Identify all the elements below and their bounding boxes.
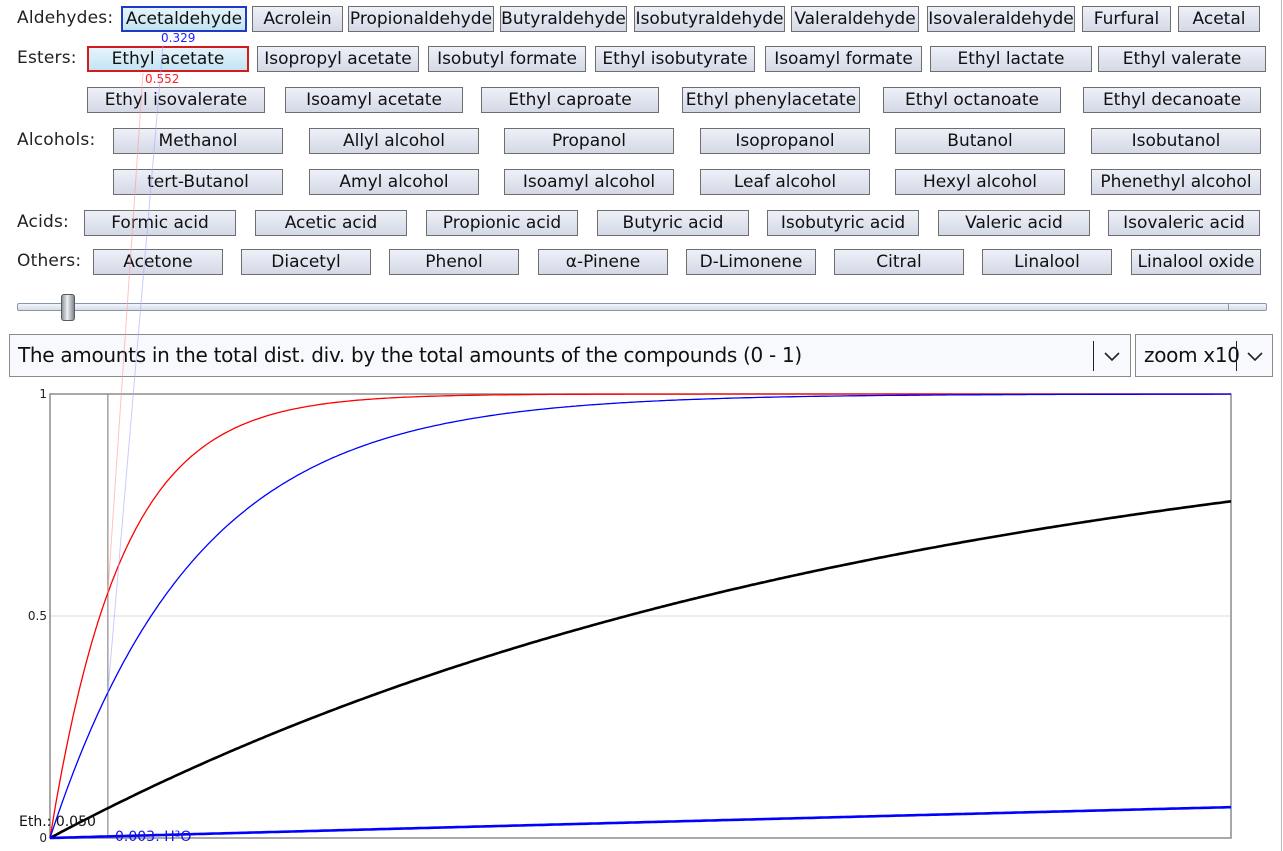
compound-button-acrolein[interactable]: Acrolein	[252, 6, 343, 32]
compound-button-isopropanol[interactable]: Isopropanol	[700, 128, 870, 154]
compound-button-ethyl-acetate[interactable]: Ethyl acetate	[87, 46, 249, 72]
compound-button-acetal[interactable]: Acetal	[1178, 6, 1260, 32]
compound-button-ethyl-phenylacetate[interactable]: Ethyl phenylacetate	[682, 87, 860, 113]
y-tick-label: 0	[39, 831, 47, 845]
compound-button-amyl-alcohol[interactable]: Amyl alcohol	[309, 169, 479, 195]
y-tick-label: 1	[39, 387, 47, 401]
category-label-alcohols: Alcohols:	[17, 130, 96, 150]
compound-button-propanol[interactable]: Propanol	[504, 128, 674, 154]
compound-button-linalool-oxide[interactable]: Linalool oxide	[1131, 249, 1261, 275]
compound-button-ethyl-isovalerate[interactable]: Ethyl isovalerate	[87, 87, 265, 113]
ethyl-acetate-value-label: 0.552	[145, 72, 180, 86]
select-separator	[1236, 341, 1237, 371]
y-tick-label: 0.5	[28, 609, 47, 623]
compound-button-isovaleric-acid[interactable]: Isovaleric acid	[1108, 210, 1260, 236]
compound-button-isobutanol[interactable]: Isobutanol	[1091, 128, 1261, 154]
category-label-others: Others:	[17, 251, 82, 271]
compound-button-diacetyl[interactable]: Diacetyl	[241, 249, 371, 275]
slider-tick	[1228, 303, 1229, 311]
compound-button-acetaldehyde[interactable]: Acetaldehyde	[121, 6, 247, 32]
category-label-esters: Esters:	[17, 48, 77, 68]
compound-button-valeric-acid[interactable]: Valeric acid	[938, 210, 1090, 236]
mode-select-value: The amounts in the total dist. div. by t…	[18, 343, 802, 367]
compound-button-hexyl-alcohol[interactable]: Hexyl alcohol	[895, 169, 1065, 195]
compound-button-d-limonene[interactable]: D-Limonene	[686, 249, 816, 275]
compound-button-isobutyraldehyde[interactable]: Isobutyraldehyde	[634, 6, 785, 32]
compound-button-allyl-alcohol[interactable]: Allyl alcohol	[309, 128, 479, 154]
ethanol-value-label: Eth.: 0.050	[19, 814, 96, 830]
compound-button-ethyl-caproate[interactable]: Ethyl caproate	[481, 87, 659, 113]
compound-button-furfural[interactable]: Furfural	[1082, 6, 1171, 32]
compound-button-isopropyl-acetate[interactable]: Isopropyl acetate	[257, 46, 419, 72]
compound-button-methanol[interactable]: Methanol	[113, 128, 283, 154]
compound-button-ethyl-isobutyrate[interactable]: Ethyl isobutyrate	[595, 46, 755, 72]
compound-button-valeraldehyde[interactable]: Valeraldehyde	[791, 6, 919, 32]
slider-track[interactable]	[17, 303, 1267, 311]
category-label-aldehydes: Aldehydes:	[17, 8, 114, 28]
acetaldehyde-value-label: 0.329	[161, 31, 196, 45]
compound-button-ethyl-octanoate[interactable]: Ethyl octanoate	[883, 87, 1061, 113]
compound-button-butyraldehyde[interactable]: Butyraldehyde	[500, 6, 627, 32]
compound-button-ethyl-valerate[interactable]: Ethyl valerate	[1098, 46, 1266, 72]
compound-button-propionic-acid[interactable]: Propionic acid	[426, 210, 578, 236]
mode-select[interactable]: The amounts in the total dist. div. by t…	[9, 334, 1131, 377]
select-separator	[1093, 341, 1094, 371]
compound-button-isoamyl-acetate[interactable]: Isoamyl acetate	[285, 87, 463, 113]
compound-button-ethyl-lactate[interactable]: Ethyl lactate	[930, 46, 1092, 72]
compound-button-citral[interactable]: Citral	[834, 249, 964, 275]
compound-button-acetic-acid[interactable]: Acetic acid	[255, 210, 407, 236]
distribution-chart[interactable]: 0 0.5 1 Eth.: 0.050 0.003: H²O	[0, 380, 1283, 851]
compound-button-isoamyl-formate[interactable]: Isoamyl formate	[765, 46, 922, 72]
compound-button-propionaldehyde[interactable]: Propionaldehyde	[348, 6, 494, 32]
compound-button-isobutyric-acid[interactable]: Isobutyric acid	[767, 210, 919, 236]
slider-thumb[interactable]	[60, 294, 75, 321]
series-line-water	[49, 805, 1231, 840]
compound-button-acetone[interactable]: Acetone	[93, 249, 223, 275]
chevron-down-icon[interactable]	[1240, 335, 1270, 376]
category-label-acids: Acids:	[17, 212, 69, 232]
compound-button-tert-butanol[interactable]: tert-Butanol	[113, 169, 283, 195]
compound-button-phenol[interactable]: Phenol	[389, 249, 519, 275]
zoom-select[interactable]: zoom x10	[1135, 334, 1273, 377]
compound-button-linalool[interactable]: Linalool	[982, 249, 1112, 275]
compound-button-phenethyl-alcohol[interactable]: Phenethyl alcohol	[1091, 169, 1261, 195]
compound-button-ethyl-decanoate[interactable]: Ethyl decanoate	[1083, 87, 1261, 113]
series-line-ethanol	[49, 500, 1232, 840]
compound-button-formic-acid[interactable]: Formic acid	[84, 210, 236, 236]
compound-button-isoamyl-alcohol[interactable]: Isoamyl alcohol	[504, 169, 674, 195]
compound-button-α-pinene[interactable]: α-Pinene	[538, 249, 668, 275]
zoom-select-value: zoom x10	[1144, 343, 1240, 367]
water-value-label: 0.003: H²O	[115, 829, 191, 845]
compound-button-isovaleraldehyde[interactable]: Isovaleraldehyde	[927, 6, 1075, 32]
chevron-down-icon[interactable]	[1097, 335, 1127, 376]
compound-button-leaf-alcohol[interactable]: Leaf alcohol	[700, 169, 870, 195]
compound-button-isobutyl-formate[interactable]: Isobutyl formate	[428, 46, 586, 72]
compound-button-butanol[interactable]: Butanol	[895, 128, 1065, 154]
compound-button-butyric-acid[interactable]: Butyric acid	[597, 210, 749, 236]
